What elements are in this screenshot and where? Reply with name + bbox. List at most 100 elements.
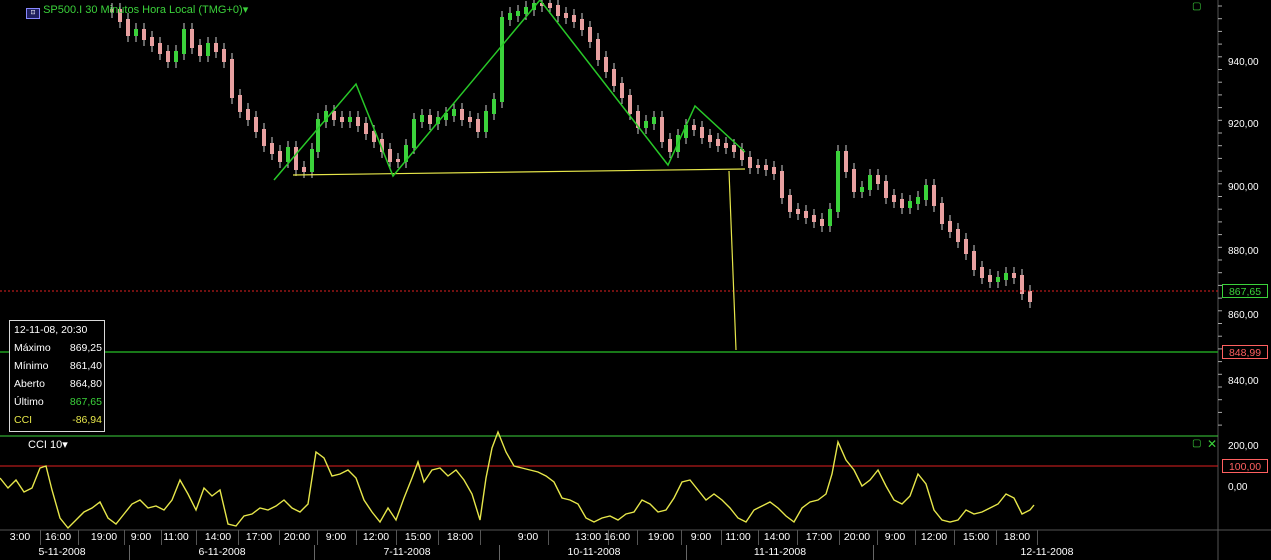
time-label: 17:00 <box>245 531 273 543</box>
candle-body <box>860 187 864 192</box>
candle-body <box>316 119 320 152</box>
candle-body <box>972 251 976 270</box>
info-value: 864,80 <box>69 378 102 390</box>
candle-body <box>1028 291 1032 302</box>
candle-body <box>748 157 752 168</box>
candle-body <box>198 45 202 56</box>
candle-body <box>724 143 728 148</box>
candle-body <box>302 167 306 172</box>
time-label: 16:00 <box>44 531 72 543</box>
chevron-down-icon[interactable]: ▾ <box>62 439 68 451</box>
candle-body <box>158 43 162 54</box>
candle-body <box>764 165 768 170</box>
candle-body <box>708 135 712 142</box>
candle-body <box>996 277 1000 282</box>
candle-body <box>780 171 784 198</box>
time-label: 9:00 <box>325 531 347 543</box>
candle-body <box>980 267 984 278</box>
candle-body <box>524 7 528 14</box>
candle-body <box>548 3 552 8</box>
candle-body <box>412 119 416 148</box>
date-axis[interactable]: 5-11-2008 6-11-2008 7-11-2008 10-11-2008 11-… <box>0 545 1218 560</box>
time-label: 11:00 <box>163 531 189 543</box>
time-label: 14:00 <box>204 531 232 543</box>
time-label: 12:00 <box>362 531 390 543</box>
candle-body <box>468 117 472 122</box>
candle-body <box>908 201 912 208</box>
candle-body <box>956 229 960 242</box>
candle-body <box>604 57 608 72</box>
candle-body <box>246 109 250 120</box>
candle-body <box>756 165 760 168</box>
info-key: CCI <box>14 414 33 426</box>
candle-body <box>644 121 648 128</box>
candle-body <box>134 29 138 36</box>
candle-body <box>628 95 632 114</box>
candle-body <box>222 49 226 62</box>
candle-body <box>692 125 696 130</box>
time-label: 9:00 <box>884 531 906 543</box>
candle-body <box>820 219 824 226</box>
time-label: 3:00 <box>9 531 31 543</box>
candle-body <box>844 151 848 172</box>
candle-body <box>396 159 400 162</box>
candle-body <box>348 117 352 122</box>
candle-body <box>588 27 592 42</box>
y-axis-label: 940,00 <box>1228 57 1259 68</box>
candle-body <box>572 15 576 22</box>
candle-body <box>948 221 952 232</box>
candle-body <box>988 275 992 282</box>
maximize-icon[interactable]: ▢ <box>1192 1 1201 12</box>
head-shoulders-pattern <box>273 0 746 181</box>
time-label: 15:00 <box>404 531 432 543</box>
candle-body <box>286 147 290 162</box>
candle-body <box>892 195 896 202</box>
chart-title[interactable]: ⊡ SP500.I 30 Minutos Hora Local (TMG+0)▾ <box>26 3 248 19</box>
candle-body <box>788 195 792 212</box>
time-label: 14:00 <box>763 531 791 543</box>
candle-body <box>804 211 808 218</box>
price-chart[interactable] <box>0 0 1271 560</box>
chevron-down-icon[interactable]: ▾ <box>243 4 249 16</box>
candle-body <box>182 29 186 54</box>
candle-body <box>1012 273 1016 278</box>
time-label: 18:00 <box>446 531 474 543</box>
time-label: 20:00 <box>283 531 311 543</box>
date-label: 7-11-2008 <box>383 546 431 558</box>
info-value: 869,25 <box>69 342 102 354</box>
y-axis-label: 860,00 <box>1228 310 1259 321</box>
close-icon[interactable]: ✕ <box>1207 437 1217 451</box>
candle-body <box>294 147 298 170</box>
candle-body <box>964 239 968 254</box>
candle-body <box>900 199 904 208</box>
cci-level-badge: 100,00 <box>1222 459 1268 473</box>
time-label: 13:00 <box>574 531 602 543</box>
candle-body <box>484 111 488 132</box>
candle-body <box>1004 273 1008 280</box>
time-axis[interactable]: 3:00 16:00 19:00 9:00 11:00 14:00 17:00 20:00 9:… <box>0 530 1218 545</box>
chart-window-icon[interactable]: ⊡ <box>26 8 40 19</box>
date-label: 12-11-2008 <box>1020 546 1074 558</box>
date-label: 11-11-2008 <box>753 546 807 558</box>
info-value: -86,94 <box>72 414 102 426</box>
candle-body <box>596 39 600 60</box>
candle-body <box>932 185 936 206</box>
maximize-icon[interactable]: ▢ <box>1192 438 1201 449</box>
candle-body <box>924 185 928 200</box>
cci-title[interactable]: CCI 10▾ <box>28 438 68 451</box>
candle-body <box>812 215 816 222</box>
candle-body <box>262 129 266 146</box>
candle-body <box>230 59 234 98</box>
candle-body <box>836 151 840 212</box>
candle-body <box>278 151 282 162</box>
info-key: Máximo <box>14 342 51 354</box>
time-label: 19:00 <box>647 531 675 543</box>
candle-body <box>340 117 344 122</box>
candle-body <box>126 19 130 36</box>
candle-body <box>732 145 736 152</box>
candle-body <box>214 43 218 52</box>
time-label: 9:00 <box>517 531 539 543</box>
candle-body <box>508 13 512 20</box>
time-label: 12:00 <box>920 531 948 543</box>
candle-body <box>580 19 584 30</box>
